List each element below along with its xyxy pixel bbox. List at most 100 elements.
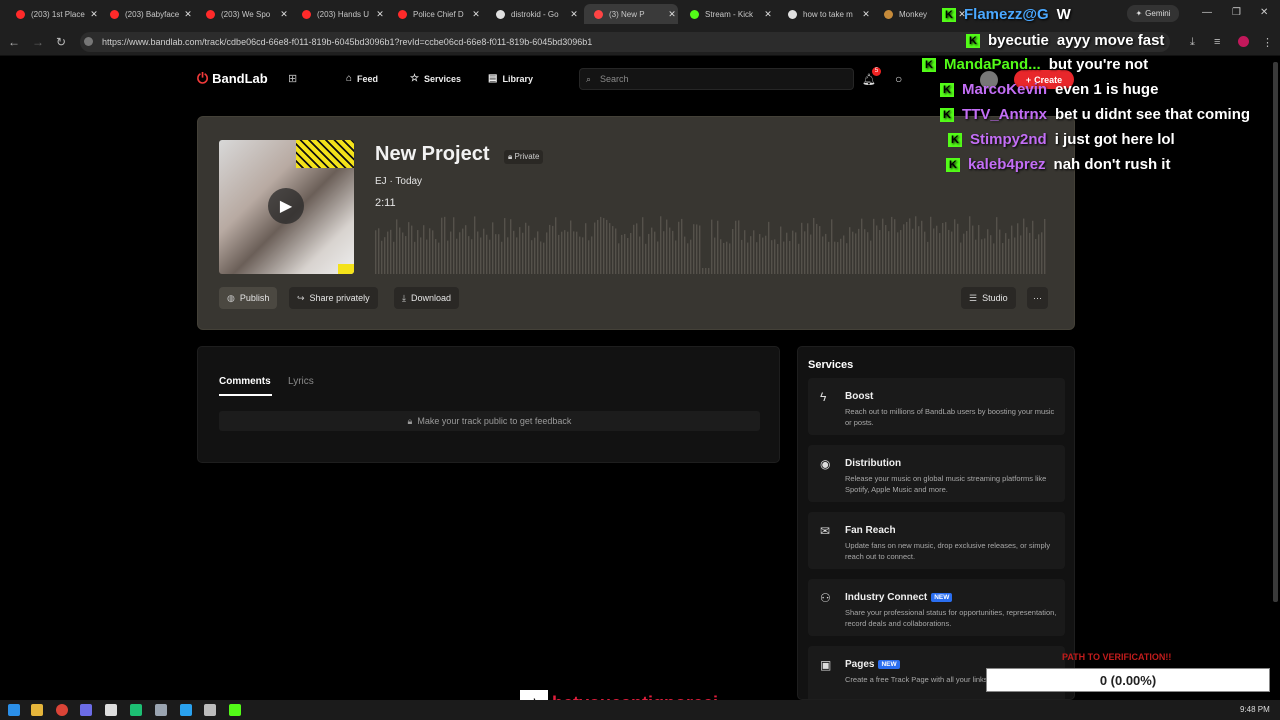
page-scrollbar[interactable]	[1273, 62, 1278, 602]
site-info-icon[interactable]	[84, 37, 93, 46]
waveform-bar	[687, 243, 689, 274]
share-icon: ↪	[297, 292, 305, 303]
waveform-bar	[399, 227, 401, 274]
tab-favicon-icon	[690, 9, 699, 19]
tab-favicon-icon	[398, 9, 407, 19]
waveform-bar	[861, 218, 863, 274]
waveform-bar	[432, 230, 434, 274]
service-distribution[interactable]: ◉ Distribution Release your music on glo…	[808, 445, 1065, 502]
browser-tab[interactable]: (3) New P ✕	[584, 4, 678, 24]
waveform-bar	[624, 233, 626, 274]
back-icon[interactable]: ←	[8, 35, 20, 49]
browser-tab[interactable]: (203) Hands U ✕	[292, 4, 386, 24]
waveform-bar	[594, 222, 596, 274]
waveform-bar	[483, 228, 485, 274]
start-icon[interactable]	[8, 704, 20, 716]
profile-avatar[interactable]	[1238, 36, 1249, 47]
discord-icon[interactable]	[80, 704, 92, 716]
messages-icon[interactable]: ○	[895, 72, 902, 86]
close-window-icon[interactable]: ✕	[1260, 7, 1268, 18]
browser-tab[interactable]: Police Chief D ✕	[388, 4, 482, 24]
more-options-button[interactable]: ···	[1027, 287, 1048, 309]
kebab-menu-icon[interactable]: ⋮	[1262, 36, 1273, 49]
chat-message: Kkaleb4prez nah don't rush it	[946, 156, 1170, 173]
waveform-bar	[633, 224, 635, 274]
waveform-bar	[774, 239, 776, 274]
settings-icon[interactable]	[204, 704, 216, 716]
kick-badge-icon: K	[940, 83, 954, 97]
download-icon: ⤓	[402, 292, 406, 303]
waveform-bar	[669, 227, 671, 274]
play-button[interactable]: ▶	[268, 188, 304, 224]
tab-close-icon[interactable]: ✕	[182, 9, 194, 20]
waveform-bar	[486, 234, 488, 274]
chrome-icon[interactable]	[56, 704, 68, 716]
waveform-bar	[576, 231, 578, 274]
app-icon[interactable]	[105, 704, 117, 716]
bandlab-logo[interactable]: ⏻ BandLab	[197, 70, 268, 87]
waveform-bar	[846, 243, 848, 274]
waveform-bar	[501, 241, 503, 274]
waveform-bar	[729, 243, 731, 274]
app-icon[interactable]	[130, 704, 142, 716]
waveform-bar	[444, 216, 446, 274]
app-icon[interactable]	[180, 704, 192, 716]
service-industry-connect[interactable]: ⚇ Industry Connect NEW Share your profess…	[808, 579, 1065, 636]
download-button[interactable]: ⤓ Download	[394, 287, 460, 309]
browser-tab[interactable]: how to take m ✕	[778, 4, 872, 24]
waveform-bar	[1038, 234, 1040, 274]
tab-favicon-icon	[594, 9, 603, 19]
file-explorer-icon[interactable]	[31, 704, 43, 716]
waveform-bar	[531, 240, 533, 274]
browser-tab[interactable]: distrokid - Go ✕	[486, 4, 580, 24]
tab-close-icon[interactable]: ✕	[278, 9, 290, 20]
kick-icon[interactable]	[229, 704, 241, 716]
waveform-bar	[732, 228, 734, 274]
tab-close-icon[interactable]: ✕	[88, 9, 100, 20]
gemini-button[interactable]: ✦ Gemini	[1127, 5, 1179, 22]
tab-label: Stream - Kick	[705, 9, 754, 19]
browser-tab[interactable]: (203) Babyface ✕	[100, 4, 194, 24]
publish-button[interactable]: ◍ Publish	[219, 287, 278, 309]
waveform[interactable]	[375, 216, 1047, 274]
service-name: Distribution	[845, 458, 902, 469]
apps-grid-icon[interactable]: ⊞	[288, 72, 297, 85]
waveform-bar	[888, 231, 890, 274]
search-input[interactable]: ⌕ Search	[579, 68, 854, 90]
tab-close-icon[interactable]: ✕	[860, 9, 872, 20]
browser-tab[interactable]: Stream - Kick ✕	[680, 4, 774, 24]
services-panel: Services ϟ Boost Reach out to millions o…	[797, 346, 1075, 700]
tab-lyrics[interactable]: Lyrics	[288, 376, 314, 387]
browser-tab[interactable]: (203) We Spo ✕	[196, 4, 290, 24]
artist-line[interactable]: EJ · Today	[375, 176, 422, 187]
tab-close-icon[interactable]: ✕	[762, 9, 774, 20]
reload-icon[interactable]: ↻	[56, 35, 66, 49]
minimize-icon[interactable]: —	[1202, 7, 1212, 18]
nav-feed[interactable]: ⌂ Feed	[346, 73, 378, 84]
tab-comments[interactable]: Comments	[219, 376, 271, 387]
waveform-bar	[645, 243, 647, 274]
browser-tab[interactable]: (203) 1st Place ✕	[6, 4, 100, 24]
tab-close-icon[interactable]: ✕	[568, 9, 580, 20]
forward-icon[interactable]: →	[32, 35, 44, 49]
service-name-text: Industry Connect	[845, 592, 928, 603]
chat-text: W	[1056, 6, 1071, 23]
nav-library-label: Library	[502, 73, 533, 84]
tab-close-icon[interactable]: ✕	[470, 9, 482, 20]
studio-button[interactable]: ☰ Studio	[961, 287, 1016, 309]
waveform-bar	[534, 237, 536, 274]
nav-services[interactable]: ☆ Services	[410, 73, 461, 84]
app-icon[interactable]	[155, 704, 167, 716]
share-privately-button[interactable]: ↪ Share privately	[289, 287, 378, 309]
service-boost[interactable]: ϟ Boost Reach out to millions of BandLab…	[808, 378, 1065, 435]
menu-list-icon[interactable]: ≡	[1214, 36, 1220, 48]
service-fan-reach[interactable]: ✉ Fan Reach Update fans on new music, dr…	[808, 512, 1065, 569]
maximize-icon[interactable]: ❐	[1232, 7, 1241, 18]
tab-close-icon[interactable]: ✕	[374, 9, 386, 20]
kick-badge-icon: K	[966, 34, 980, 48]
tab-close-icon[interactable]: ✕	[666, 9, 678, 20]
download-icon[interactable]: ⤓	[1190, 36, 1195, 49]
waveform-bar	[909, 218, 911, 274]
nav-library[interactable]: ▤ Library	[488, 73, 533, 84]
waveform-bar	[579, 236, 581, 274]
